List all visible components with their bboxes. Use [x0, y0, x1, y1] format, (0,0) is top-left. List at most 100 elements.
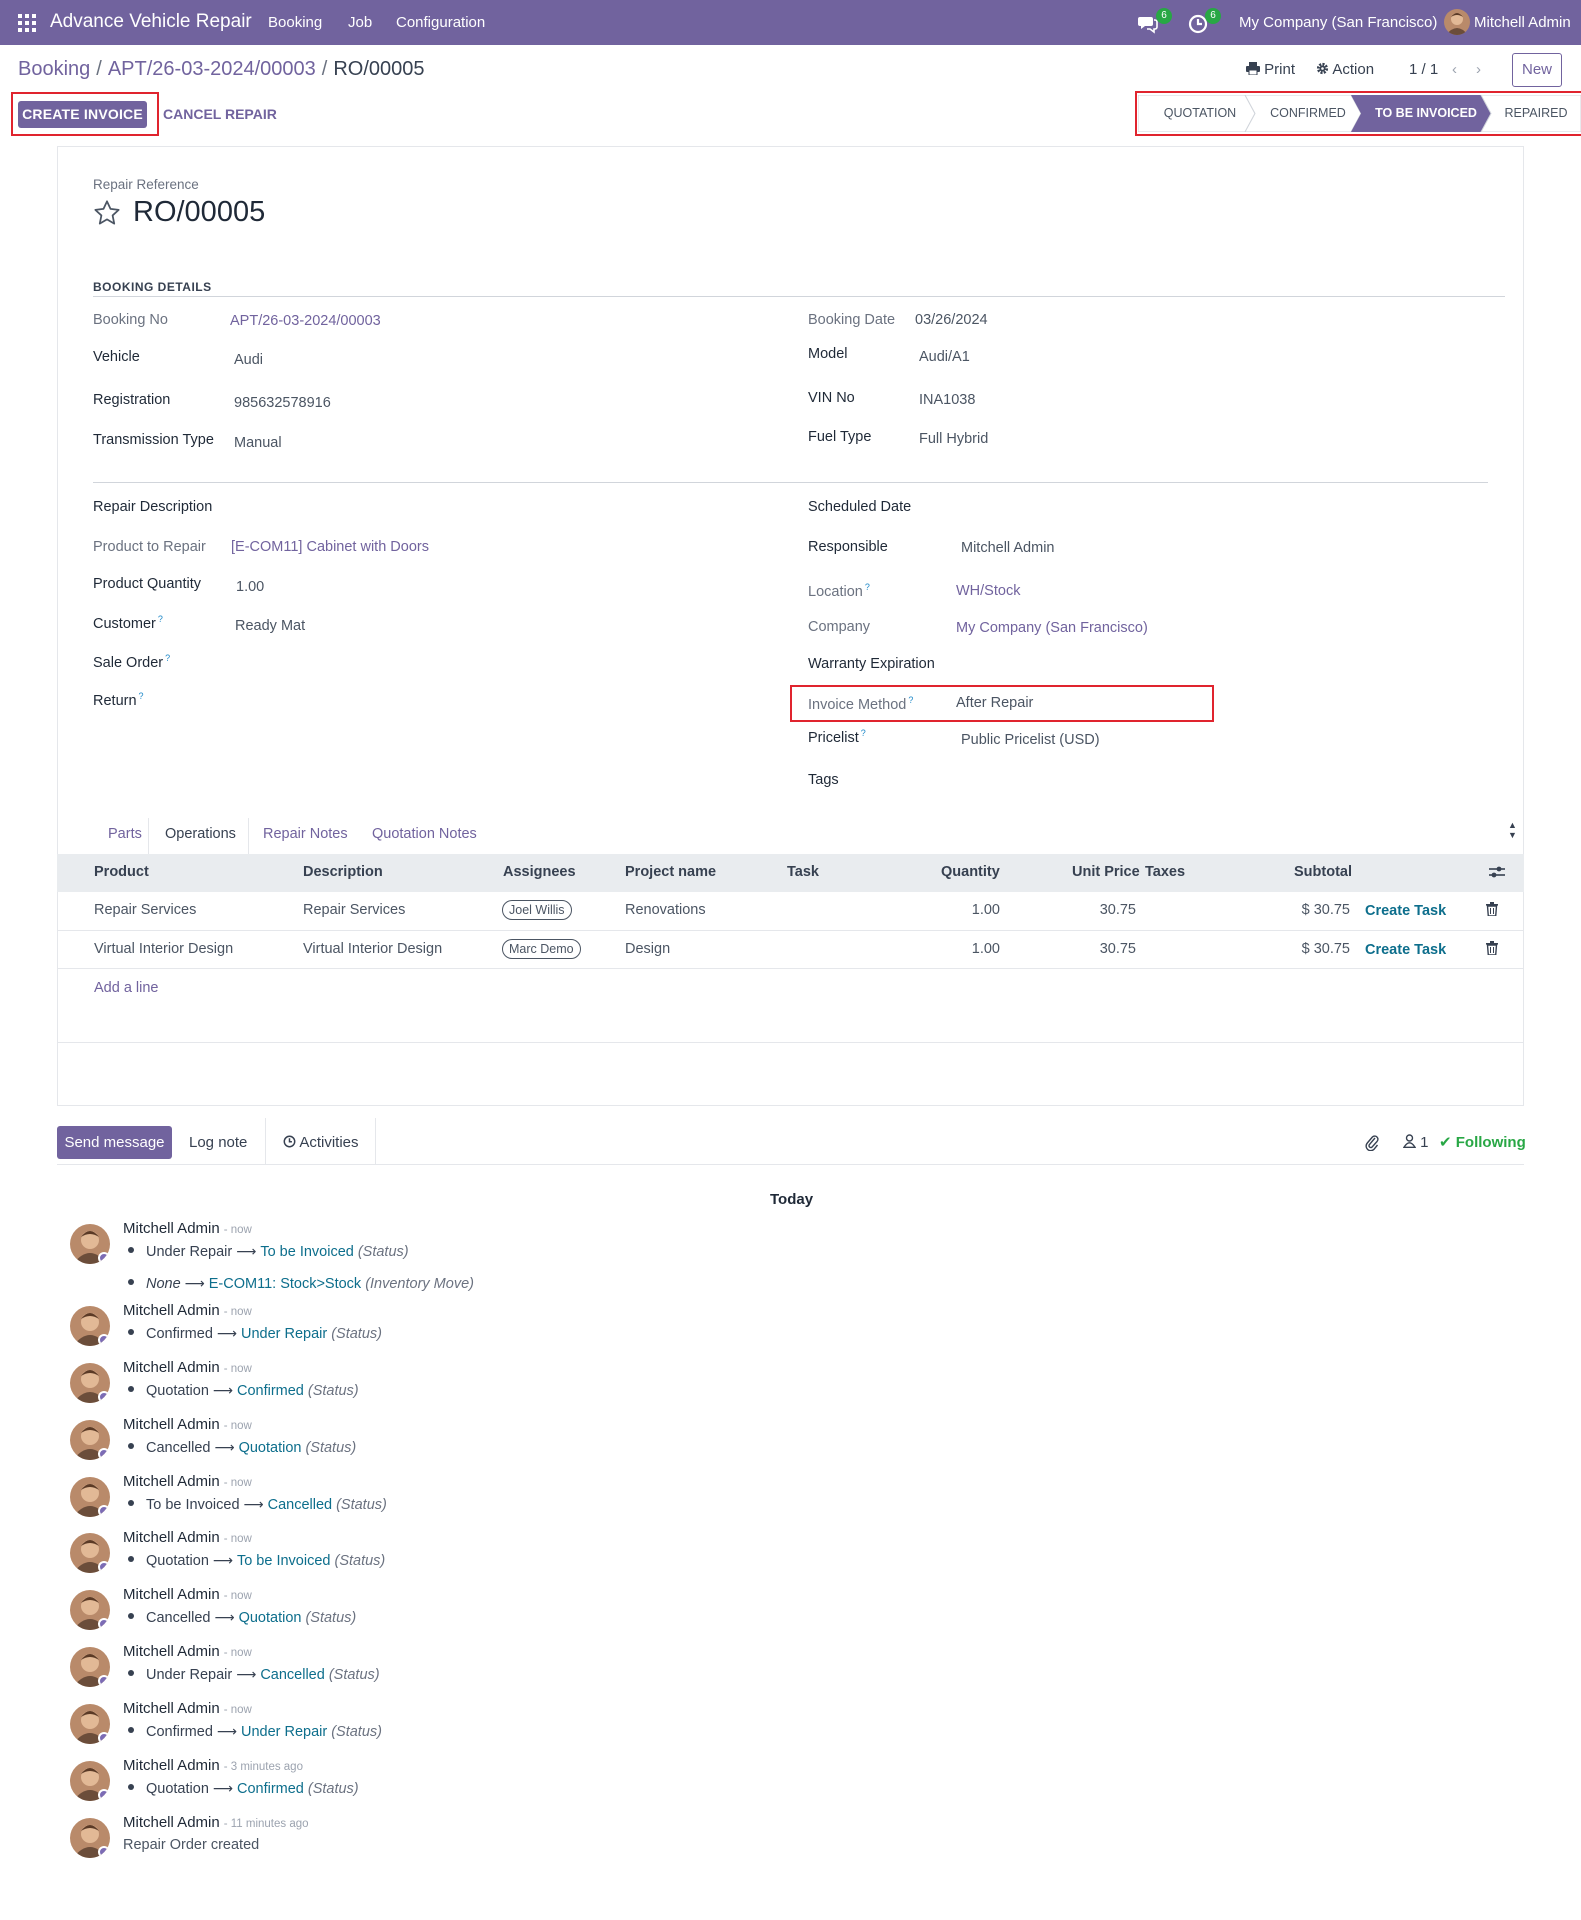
menu-configuration[interactable]: Configuration [396, 14, 485, 31]
author-avatar[interactable] [70, 1533, 110, 1573]
column-taxes[interactable]: Taxes [1145, 864, 1185, 880]
following-button[interactable]: ✔ Following [1439, 1126, 1526, 1159]
app-title[interactable]: Advance Vehicle Repair [50, 11, 252, 33]
create-task-button[interactable]: Create Task [1365, 903, 1446, 919]
message-author[interactable]: Mitchell Admin - now [123, 1643, 252, 1660]
log-note-button[interactable]: Log note [189, 1126, 247, 1159]
row-unit-price[interactable]: 30.75 [1076, 941, 1136, 957]
breadcrumb-appointment[interactable]: APT/26-03-2024/00003 [108, 58, 316, 80]
help-tooltip-icon[interactable]: ? [158, 614, 163, 624]
column-assignees[interactable]: Assignees [503, 864, 576, 880]
author-avatar[interactable] [70, 1590, 110, 1630]
column-product[interactable]: Product [94, 864, 149, 880]
assignee-tag[interactable]: Marc Demo [502, 939, 581, 959]
product-quantity-value[interactable]: 1.00 [236, 579, 264, 595]
row-product[interactable]: Repair Services [94, 902, 196, 918]
row-quantity[interactable]: 1.00 [940, 941, 1000, 957]
message-author[interactable]: Mitchell Admin - 3 minutes ago [123, 1757, 303, 1774]
message-author[interactable]: Mitchell Admin - now [123, 1700, 252, 1717]
vehicle-value[interactable]: Audi [234, 352, 263, 368]
followers-button[interactable]: 1 [1402, 1126, 1429, 1159]
message-author[interactable]: Mitchell Admin - now [123, 1220, 252, 1237]
customer-value[interactable]: Ready Mat [235, 618, 305, 634]
author-avatar[interactable] [70, 1306, 110, 1346]
pager-value[interactable]: 1 / 1 [1409, 61, 1438, 78]
fuel-type-value[interactable]: Full Hybrid [919, 431, 988, 447]
message-author[interactable]: Mitchell Admin - 11 minutes ago [123, 1814, 309, 1831]
pricelist-value[interactable]: Public Pricelist (USD) [961, 732, 1100, 748]
help-tooltip-icon[interactable]: ? [865, 582, 870, 592]
create-task-button[interactable]: Create Task [1365, 942, 1446, 958]
help-tooltip-icon[interactable]: ? [908, 695, 913, 705]
author-avatar[interactable] [70, 1420, 110, 1460]
message-author[interactable]: Mitchell Admin - now [123, 1359, 252, 1376]
message-author[interactable]: Mitchell Admin - now [123, 1586, 252, 1603]
pager-next-icon[interactable]: › [1476, 61, 1481, 78]
row-product[interactable]: Virtual Interior Design [94, 941, 233, 957]
author-avatar[interactable] [70, 1704, 110, 1744]
scroll-arrows-icon[interactable]: ▲ ▼ [1508, 820, 1517, 840]
company-value[interactable]: My Company (San Francisco) [956, 620, 1148, 636]
new-record-button[interactable]: New [1512, 53, 1562, 87]
booking-no-value[interactable]: APT/26-03-2024/00003 [230, 313, 381, 329]
help-tooltip-icon[interactable]: ? [861, 728, 866, 738]
author-avatar[interactable] [70, 1477, 110, 1517]
tab-operations[interactable]: Operations [165, 826, 236, 842]
registration-value[interactable]: 985632578916 [234, 395, 331, 411]
column-project-name[interactable]: Project name [625, 864, 716, 880]
model-value[interactable]: Audi/A1 [919, 349, 970, 365]
author-avatar[interactable] [70, 1224, 110, 1264]
user-avatar[interactable] [1444, 9, 1470, 35]
column-task[interactable]: Task [787, 864, 819, 880]
pager-previous-icon[interactable]: ‹ [1452, 61, 1457, 78]
message-author[interactable]: Mitchell Admin - now [123, 1529, 252, 1546]
tab-quotation-notes[interactable]: Quotation Notes [372, 826, 477, 842]
add-line-link[interactable]: Add a line [94, 980, 159, 996]
help-tooltip-icon[interactable]: ? [139, 691, 144, 701]
location-value[interactable]: WH/Stock [956, 583, 1020, 599]
star-icon[interactable] [93, 199, 121, 227]
company-switcher[interactable]: My Company (San Francisco) [1239, 14, 1437, 31]
column-description[interactable]: Description [303, 864, 383, 880]
invoice-method-value[interactable]: After Repair [956, 695, 1033, 711]
breadcrumb-booking[interactable]: Booking [18, 58, 90, 80]
column-quantity[interactable]: Quantity [941, 864, 1000, 880]
transmission-type-value[interactable]: Manual [234, 435, 282, 451]
row-project[interactable]: Renovations [625, 902, 706, 918]
send-message-button[interactable]: Send message [57, 1126, 172, 1159]
menu-job[interactable]: Job [348, 14, 372, 31]
message-author[interactable]: Mitchell Admin - now [123, 1416, 252, 1433]
row-project[interactable]: Design [625, 941, 670, 957]
vin-no-value[interactable]: INA1038 [919, 392, 975, 408]
trash-icon[interactable] [1486, 941, 1498, 955]
product-to-repair-value[interactable]: [E-COM11] Cabinet with Doors [231, 539, 429, 555]
row-unit-price[interactable]: 30.75 [1076, 902, 1136, 918]
message-author[interactable]: Mitchell Admin - now [123, 1473, 252, 1490]
paperclip-icon[interactable] [1365, 1134, 1379, 1151]
tab-repair-notes[interactable]: Repair Notes [263, 826, 348, 842]
activities-button[interactable]: Activities [283, 1126, 359, 1159]
column-subtotal[interactable]: Subtotal [1294, 864, 1352, 880]
author-avatar[interactable] [70, 1363, 110, 1403]
author-avatar[interactable] [70, 1818, 110, 1858]
menu-booking[interactable]: Booking [268, 14, 322, 31]
booking-date-value[interactable]: 03/26/2024 [915, 312, 988, 328]
cancel-repair-button[interactable]: CANCEL REPAIR [163, 106, 277, 122]
trash-icon[interactable] [1486, 902, 1498, 916]
column-unit-price[interactable]: Unit Price [1072, 864, 1140, 880]
apps-grid-icon[interactable] [18, 14, 36, 32]
tab-parts[interactable]: Parts [108, 826, 142, 842]
optional-columns-icon[interactable] [1488, 864, 1506, 880]
help-tooltip-icon[interactable]: ? [165, 653, 170, 663]
action-button[interactable]: Action [1316, 61, 1374, 78]
row-description[interactable]: Repair Services [303, 902, 405, 918]
row-quantity[interactable]: 1.00 [940, 902, 1000, 918]
assignee-tag[interactable]: Joel Willis [502, 900, 572, 920]
message-author[interactable]: Mitchell Admin - now [123, 1302, 252, 1319]
responsible-value[interactable]: Mitchell Admin [961, 540, 1054, 556]
author-avatar[interactable] [70, 1761, 110, 1801]
author-avatar[interactable] [70, 1647, 110, 1687]
user-menu[interactable]: Mitchell Admin [1474, 14, 1571, 31]
row-description[interactable]: Virtual Interior Design [303, 941, 442, 957]
print-button[interactable]: Print [1246, 61, 1295, 78]
